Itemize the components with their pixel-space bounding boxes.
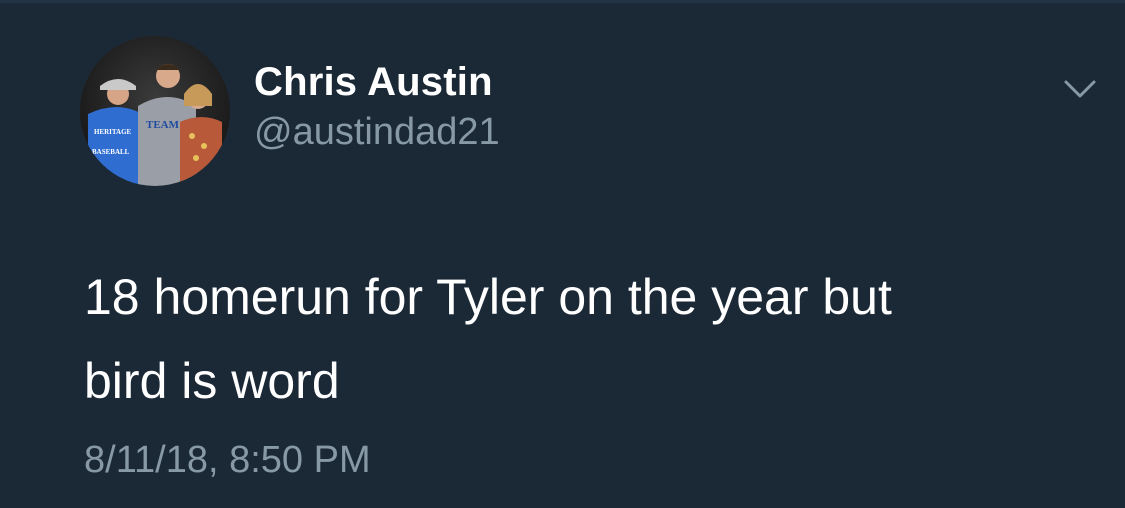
tweet-timestamp[interactable]: 8/11/18, 8:50 PM xyxy=(84,436,371,484)
avatar[interactable]: HERITAGE BASEBALL TEAM xyxy=(80,36,230,186)
tweet-text: 18 homerun for Tyler on the year but bir… xyxy=(84,255,1064,423)
tweet-text-line-2: bird is word xyxy=(84,353,340,409)
tweet-text-line-1: 18 homerun for Tyler on the year but xyxy=(84,269,892,325)
tweet-card[interactable]: HERITAGE BASEBALL TEAM Chris Austin @aus… xyxy=(0,0,1125,508)
chevron-down-icon[interactable] xyxy=(1060,74,1100,104)
svg-text:BASEBALL: BASEBALL xyxy=(92,148,130,156)
display-name[interactable]: Chris Austin xyxy=(254,58,500,106)
profile-photo-icon: HERITAGE BASEBALL TEAM xyxy=(80,36,230,186)
user-names[interactable]: Chris Austin @austindad21 xyxy=(254,58,500,156)
user-handle[interactable]: @austindad21 xyxy=(254,108,500,156)
svg-text:TEAM: TEAM xyxy=(146,119,180,131)
svg-text:HERITAGE: HERITAGE xyxy=(94,128,132,136)
